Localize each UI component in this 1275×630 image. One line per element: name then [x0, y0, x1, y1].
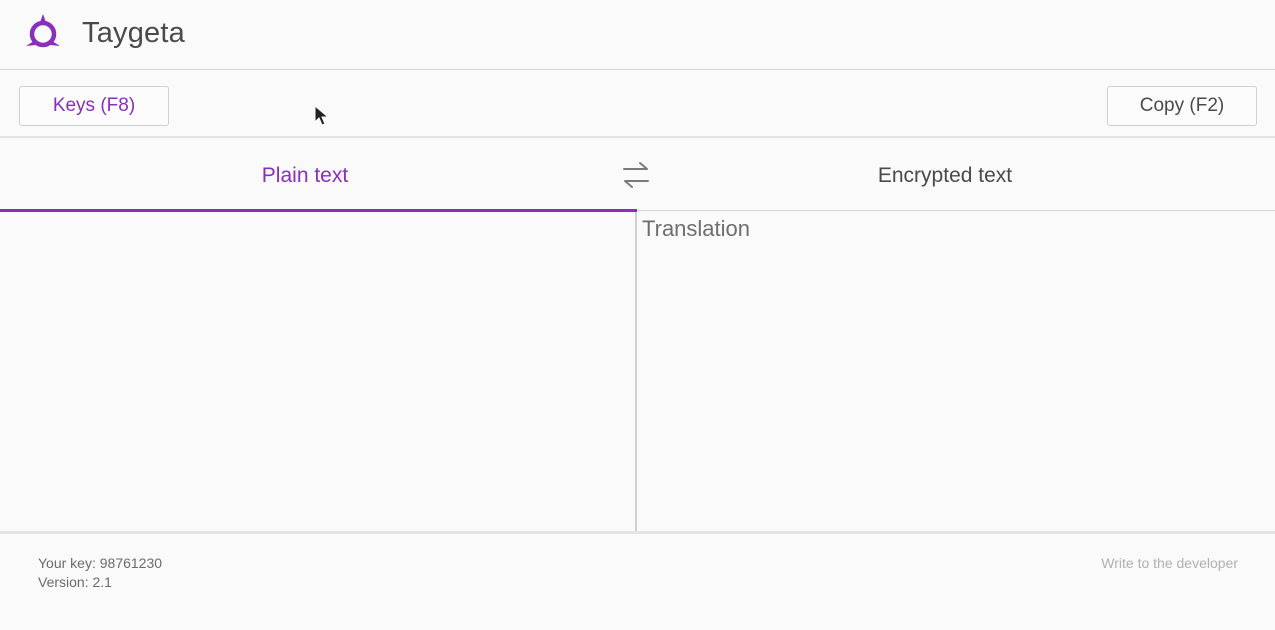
- app-title: Taygeta: [82, 17, 185, 49]
- translation-panel: Translation: [639, 212, 1275, 531]
- header: Taygeta: [0, 0, 1275, 70]
- mouse-cursor-icon: [314, 105, 330, 126]
- app-window: Taygeta Keys (F8) Copy (F2) Plain text E…: [0, 0, 1275, 630]
- plain-text-input[interactable]: [0, 212, 635, 531]
- editor-panels: Translation: [0, 212, 1275, 531]
- swap-arrows-icon[interactable]: [620, 160, 652, 190]
- copy-button[interactable]: Copy (F2): [1107, 86, 1257, 126]
- toolbar: Keys (F8) Copy (F2): [0, 71, 1275, 138]
- tab-plain-text[interactable]: Plain text: [0, 140, 610, 211]
- mode-tabs: Plain text Encrypted text: [0, 140, 1275, 212]
- write-to-developer-link[interactable]: Write to the developer: [1101, 555, 1238, 571]
- tab-encrypted-text[interactable]: Encrypted text: [660, 140, 1230, 211]
- keys-button[interactable]: Keys (F8): [19, 86, 169, 126]
- footer: Your key: 98761230 Version: 2.1 Write to…: [0, 531, 1275, 630]
- version-text: Version: 2.1: [38, 574, 112, 590]
- your-key-text: Your key: 98761230: [38, 555, 163, 571]
- translation-output: Translation: [642, 216, 751, 241]
- plain-text-panel: [0, 212, 637, 531]
- taygeta-logo-icon: [26, 14, 60, 48]
